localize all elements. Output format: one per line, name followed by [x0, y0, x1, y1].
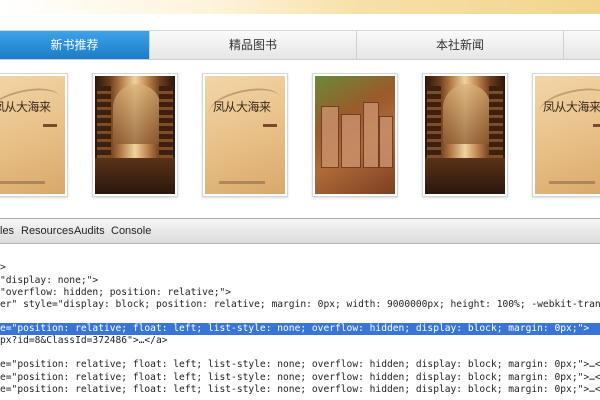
book-cover-item[interactable] [92, 73, 178, 197]
book-title: 凤从大海来 [543, 100, 600, 114]
devtools-tab-audits[interactable]: Audits [74, 219, 105, 243]
book-cover-image: 凤从大海来 [205, 76, 285, 194]
book-title: 凤从大海来 [0, 100, 51, 114]
tab-featured-books[interactable]: 精品图书 [150, 31, 357, 59]
tab-more[interactable] [564, 31, 600, 59]
devtools-toolbar: les Resources Audits Console [0, 218, 600, 244]
book-cover-item[interactable]: 凤从大海来 [202, 73, 288, 197]
tab-new-book-recommendations[interactable]: 新书推荐 [0, 31, 150, 59]
developer-tools-panel: les Resources Audits Console > "display:… [0, 218, 600, 400]
book-cover-image [315, 76, 395, 194]
dom-node-line[interactable]: > [0, 262, 600, 274]
book-cover-item[interactable]: 凤从大海来 [532, 73, 600, 197]
book-cover-item[interactable]: 凤从大海来 [0, 73, 68, 197]
book-cover-image: 凤从大海来 [0, 76, 65, 194]
book-cover-image: 凤从大海来 [535, 76, 600, 194]
book-carousel: 凤从大海来 凤从大海来 凤从大海来 [0, 70, 600, 200]
dom-node-line[interactable]: "overflow: hidden; position: relative;"> [0, 287, 600, 299]
dom-node-line[interactable]: e="position: relative; float: left; list… [0, 372, 600, 384]
dom-tree-view: > "display: none;"> "overflow: hidden; p… [0, 244, 600, 400]
book-cover-item[interactable] [422, 73, 508, 197]
tab-press-news[interactable]: 本社新闻 [357, 31, 564, 59]
dom-node-line[interactable]: "display: none;"> [0, 275, 600, 287]
book-cover-image [95, 76, 175, 194]
dom-node-line-selected[interactable]: e="position: relative; float: left; list… [0, 323, 600, 335]
devtools-tab-console[interactable]: Console [111, 219, 151, 243]
devtools-tab-resources[interactable]: Resources [21, 219, 74, 243]
dom-node-line[interactable]: e="position: relative; float: left; list… [0, 384, 600, 396]
header-banner [0, 0, 600, 14]
dom-node-line[interactable]: e="position: relative; float: left; list… [0, 359, 600, 371]
book-cover-item[interactable] [312, 73, 398, 197]
book-cover-image [425, 76, 505, 194]
devtools-tab-profiles[interactable]: les [0, 219, 14, 243]
category-tab-bar: 新书推荐 精品图书 本社新闻 [0, 30, 600, 60]
book-title: 凤从大海来 [213, 100, 271, 114]
dom-node-line[interactable]: er" style="display: block; position: rel… [0, 299, 600, 311]
dom-node-line[interactable]: px?id=8&ClassId=372486">…</a> [0, 335, 600, 347]
